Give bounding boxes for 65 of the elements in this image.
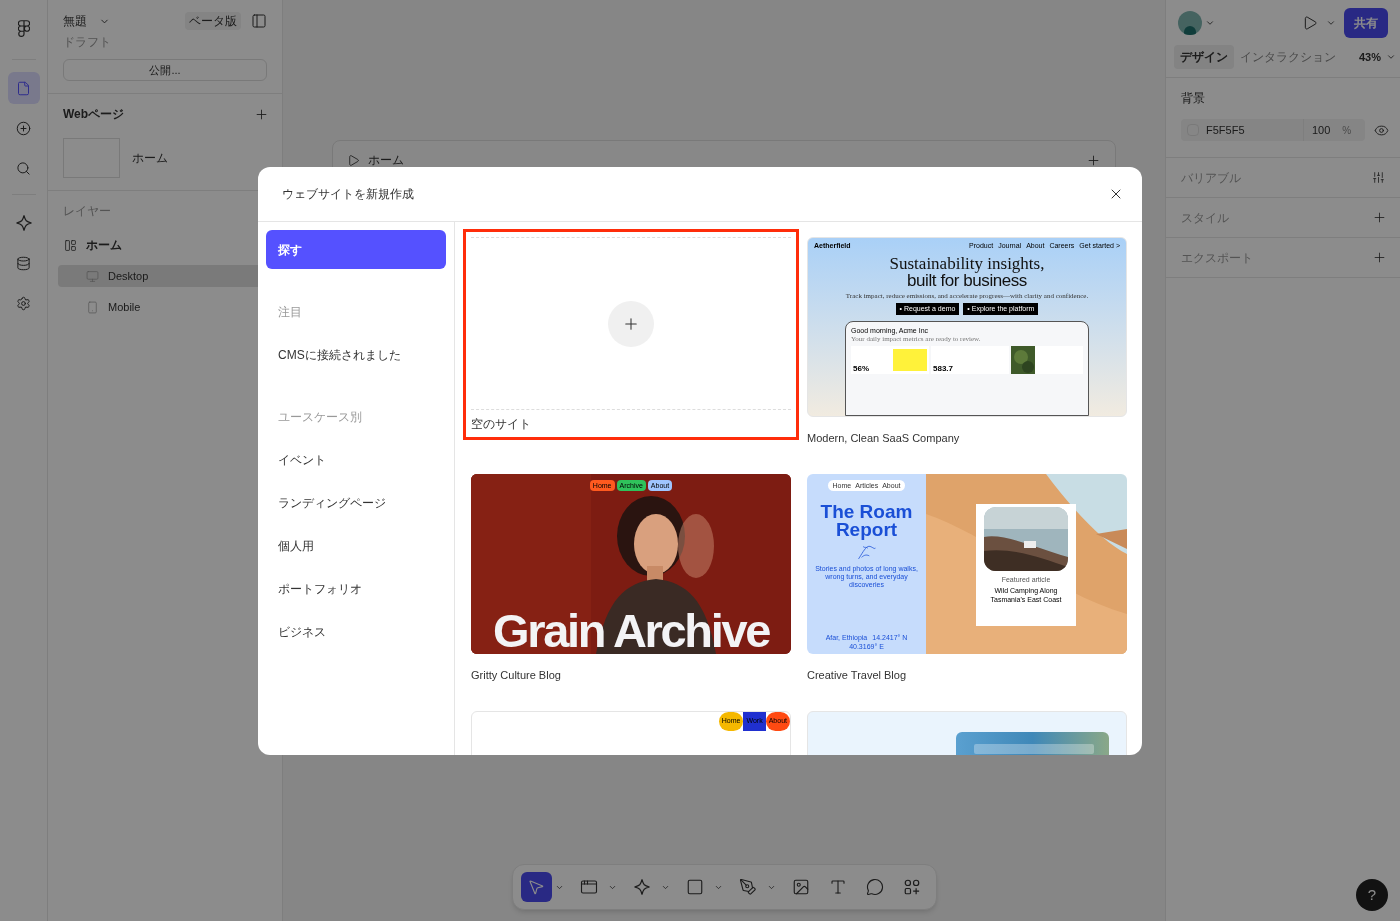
category-item[interactable]: イベント <box>266 440 446 479</box>
template-preview[interactable] <box>807 237 1127 417</box>
template-name: Creative Travel Blog <box>807 668 908 683</box>
pen-icon <box>739 878 757 896</box>
panel-toggle-icon[interactable] <box>251 13 267 29</box>
category-item[interactable]: ランディングページ <box>266 483 446 522</box>
avatar[interactable] <box>1178 11 1202 35</box>
section-heading: 背景 <box>1180 90 1206 107</box>
chevron-icon[interactable] <box>1205 18 1215 28</box>
template-name: Modern, Clean SaaS Company <box>807 431 961 446</box>
metric-card: 583.7 <box>931 346 1009 374</box>
page-icon[interactable] <box>16 80 31 96</box>
component-icon <box>633 878 651 896</box>
section-heading: Webページ <box>63 106 125 123</box>
apps-icon <box>903 878 921 896</box>
category-item[interactable]: 探す <box>266 230 446 269</box>
component-icon[interactable] <box>14 214 33 232</box>
zoom-level[interactable]: 43% <box>1358 48 1381 66</box>
rectangle-icon <box>686 878 704 896</box>
frame-icon <box>580 878 598 896</box>
desktop-icon <box>86 269 99 283</box>
frame-title: ホーム <box>368 152 404 169</box>
metric-card: 56% <box>851 346 929 374</box>
comment-icon <box>866 878 884 896</box>
database-icon[interactable] <box>16 255 31 271</box>
logo-icon[interactable] <box>17 20 30 38</box>
play-icon[interactable] <box>1302 15 1318 31</box>
site-headline: The Roam Report <box>819 503 914 539</box>
template-card[interactable]: 空のサイト <box>463 229 799 440</box>
pointer-icon <box>527 878 545 896</box>
frame-icon <box>64 238 77 252</box>
category-item[interactable]: CMSに接続されました <box>266 335 446 374</box>
panel-tab[interactable]: デザイン <box>1174 45 1234 69</box>
text-icon <box>829 878 847 896</box>
share-button[interactable]: 共有 <box>1344 8 1388 38</box>
opacity-value[interactable]: 100 <box>1312 121 1331 139</box>
search-icon[interactable] <box>16 160 31 176</box>
site-headline: built for business <box>907 272 1027 289</box>
play-icon[interactable] <box>347 153 360 167</box>
chevron-icon[interactable] <box>1326 18 1336 28</box>
help-button[interactable]: ? <box>1356 879 1388 911</box>
category-item[interactable]: ポートフォリオ <box>266 569 446 608</box>
site-headline: Sustainability insights, <box>889 255 1045 272</box>
beta-badge: ベータ版 <box>185 12 241 30</box>
rail-button[interactable] <box>7 72 40 104</box>
file-title[interactable]: 無題 <box>63 12 87 30</box>
settings-icon[interactable] <box>16 295 31 311</box>
publish-button[interactable]: 公開... <box>63 59 267 81</box>
add-icon[interactable] <box>1086 152 1101 168</box>
image-icon <box>792 878 810 896</box>
mobile-icon <box>86 300 99 314</box>
template-name: Gritty Culture Blog <box>471 668 562 683</box>
dialog-title: ウェブサイトを新規作成 <box>282 186 414 203</box>
chevron-icon[interactable] <box>1386 52 1396 62</box>
sliders-icon[interactable] <box>1372 171 1385 184</box>
template-name: 空のサイト <box>471 416 532 432</box>
page-item[interactable]: ホーム <box>63 138 267 178</box>
color-field[interactable]: F5F5F5 100 % <box>1181 119 1365 141</box>
tool-button[interactable] <box>520 872 552 902</box>
site-headline: Grain Archive <box>492 605 771 654</box>
percent-unit: % <box>1342 123 1352 138</box>
category-item[interactable]: ユースケース別 <box>266 397 446 436</box>
category-item[interactable]: 個人用 <box>266 526 446 565</box>
category-item[interactable]: ビジネス <box>266 612 446 651</box>
visibility-icon[interactable] <box>1374 122 1389 138</box>
